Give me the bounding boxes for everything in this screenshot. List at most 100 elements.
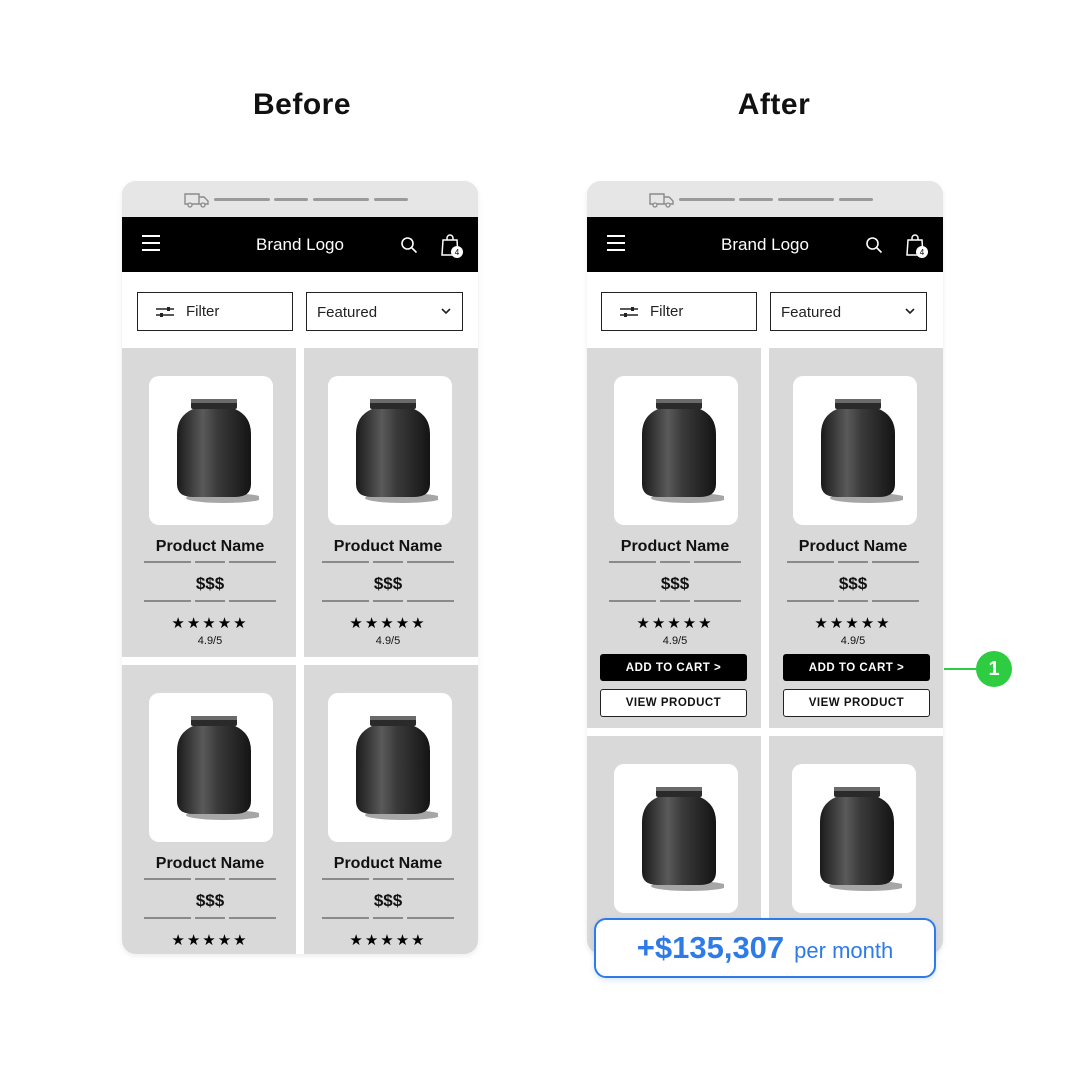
filter-sliders-icon xyxy=(156,306,174,317)
progress-segment xyxy=(274,198,308,201)
text-placeholder-lines xyxy=(144,917,276,919)
before-title: Before xyxy=(252,88,352,121)
phone-after: Brand Logo 4 Filter Featured Product Nam… xyxy=(587,181,943,954)
shopping-bag-icon[interactable]: 4 xyxy=(905,232,931,260)
text-placeholder-lines xyxy=(787,561,919,563)
star-rating: ★★★★★ xyxy=(349,615,427,632)
text-placeholder-lines xyxy=(144,600,276,602)
product-name[interactable]: Product Name xyxy=(304,855,476,873)
product-image[interactable] xyxy=(614,764,738,913)
progress-segment xyxy=(313,198,369,201)
sort-dropdown[interactable]: Featured xyxy=(306,292,463,331)
product-controls: Filter Featured xyxy=(122,272,478,348)
brand-logo[interactable]: Brand Logo xyxy=(587,235,943,255)
callout-marker: 1 xyxy=(976,651,1012,687)
product-price: $$$ xyxy=(373,574,403,593)
rating-text: 4.9/5 xyxy=(375,635,401,647)
text-placeholder-lines xyxy=(144,561,276,563)
filter-button[interactable]: Filter xyxy=(137,292,293,331)
star-rating: ★★★★★ xyxy=(171,615,249,632)
top-nav: Brand Logo 4 xyxy=(587,217,943,272)
product-name[interactable]: Product Name xyxy=(769,538,941,556)
progress-segment xyxy=(679,198,735,201)
sort-dropdown[interactable]: Featured xyxy=(770,292,927,331)
text-placeholder-lines xyxy=(144,878,276,880)
star-rating: ★★★★★ xyxy=(636,615,714,632)
product-price: $$$ xyxy=(838,574,868,593)
product-price: $$$ xyxy=(195,891,225,910)
product-card[interactable]: Product Name $$$ ★★★★★ xyxy=(304,665,478,954)
revenue-period: per month xyxy=(794,938,894,963)
progress-segment xyxy=(374,198,408,201)
filter-label: Filter xyxy=(650,303,684,320)
product-price: $$$ xyxy=(373,891,403,910)
product-card[interactable]: Product Name $$$ ★★★★★ xyxy=(122,665,296,954)
top-nav: Brand Logo 4 xyxy=(122,217,478,272)
product-name[interactable]: Product Name xyxy=(122,855,296,873)
add-to-cart-button[interactable]: ADD TO CART > xyxy=(600,654,747,681)
product-jar-image xyxy=(356,399,438,503)
product-jar-image xyxy=(820,787,902,891)
text-placeholder-lines xyxy=(609,561,741,563)
text-placeholder-lines xyxy=(322,878,454,880)
filter-button[interactable]: Filter xyxy=(601,292,757,331)
shipping-bar xyxy=(587,181,943,217)
product-jar-image xyxy=(177,399,259,503)
product-image[interactable] xyxy=(328,376,452,525)
product-card[interactable]: Product Name $$$ ★★★★★ 4.9/5 xyxy=(122,348,296,657)
star-rating: ★★★★★ xyxy=(349,932,427,949)
revenue-amount: +$135,307 xyxy=(636,930,785,965)
product-image[interactable] xyxy=(149,693,273,842)
shopping-bag-icon[interactable]: 4 xyxy=(440,232,466,260)
product-image[interactable] xyxy=(793,376,917,525)
chevron-down-icon xyxy=(905,308,915,315)
product-name[interactable]: Product Name xyxy=(587,538,761,556)
filter-sliders-icon xyxy=(620,306,638,317)
view-product-button[interactable]: VIEW PRODUCT xyxy=(600,689,747,717)
product-name[interactable]: Product Name xyxy=(304,538,476,556)
product-price: $$$ xyxy=(660,574,690,593)
text-placeholder-lines xyxy=(322,600,454,602)
add-to-cart-button[interactable]: ADD TO CART > xyxy=(783,654,930,681)
product-image[interactable] xyxy=(149,376,273,525)
rating-text: 4.9/5 xyxy=(197,635,223,647)
view-product-button[interactable]: VIEW PRODUCT xyxy=(783,689,930,717)
product-card[interactable]: Product Name $$$ ★★★★★ 4.9/5 xyxy=(304,348,478,657)
text-placeholder-lines xyxy=(322,917,454,919)
truck-icon xyxy=(184,193,209,208)
truck-icon xyxy=(649,193,674,208)
phone-before: Brand Logo 4 Filter Featured Product Nam… xyxy=(122,181,478,954)
sort-value: Featured xyxy=(781,304,842,321)
star-rating: ★★★★★ xyxy=(171,932,249,949)
product-jar-image xyxy=(642,399,724,503)
product-jar-image xyxy=(821,399,903,503)
product-image[interactable] xyxy=(328,693,452,842)
product-card[interactable]: Product Name $$$ ★★★★★ 4.9/5 ADD TO CART… xyxy=(587,348,761,728)
rating-text: 4.9/5 xyxy=(662,635,688,647)
product-controls: Filter Featured xyxy=(587,272,943,348)
brand-logo[interactable]: Brand Logo xyxy=(122,235,478,255)
star-rating: ★★★★★ xyxy=(814,615,892,632)
product-grid: Product Name $$$ ★★★★★ 4.9/5 Product Nam… xyxy=(122,348,478,954)
cart-count-badge: 4 xyxy=(920,248,925,257)
product-price: $$$ xyxy=(195,574,225,593)
product-jar-image xyxy=(356,716,438,820)
shipping-bar xyxy=(122,181,478,217)
rating-text: 4.9/5 xyxy=(840,635,866,647)
text-placeholder-lines xyxy=(609,600,741,602)
text-placeholder-lines xyxy=(787,600,919,602)
progress-segment xyxy=(739,198,773,201)
product-card[interactable]: Product Name $$$ ★★★★★ 4.9/5 ADD TO CART… xyxy=(769,348,943,728)
sort-value: Featured xyxy=(317,304,378,321)
text-placeholder-lines xyxy=(322,561,454,563)
search-icon[interactable] xyxy=(865,236,883,254)
product-image[interactable] xyxy=(614,376,738,525)
product-image[interactable] xyxy=(792,764,916,913)
progress-segment xyxy=(214,198,270,201)
product-jar-image xyxy=(177,716,259,820)
after-title: After xyxy=(737,88,811,121)
product-jar-image xyxy=(642,787,724,891)
product-grid: Product Name $$$ ★★★★★ 4.9/5 ADD TO CART… xyxy=(587,348,943,954)
product-name[interactable]: Product Name xyxy=(122,538,296,556)
search-icon[interactable] xyxy=(400,236,418,254)
